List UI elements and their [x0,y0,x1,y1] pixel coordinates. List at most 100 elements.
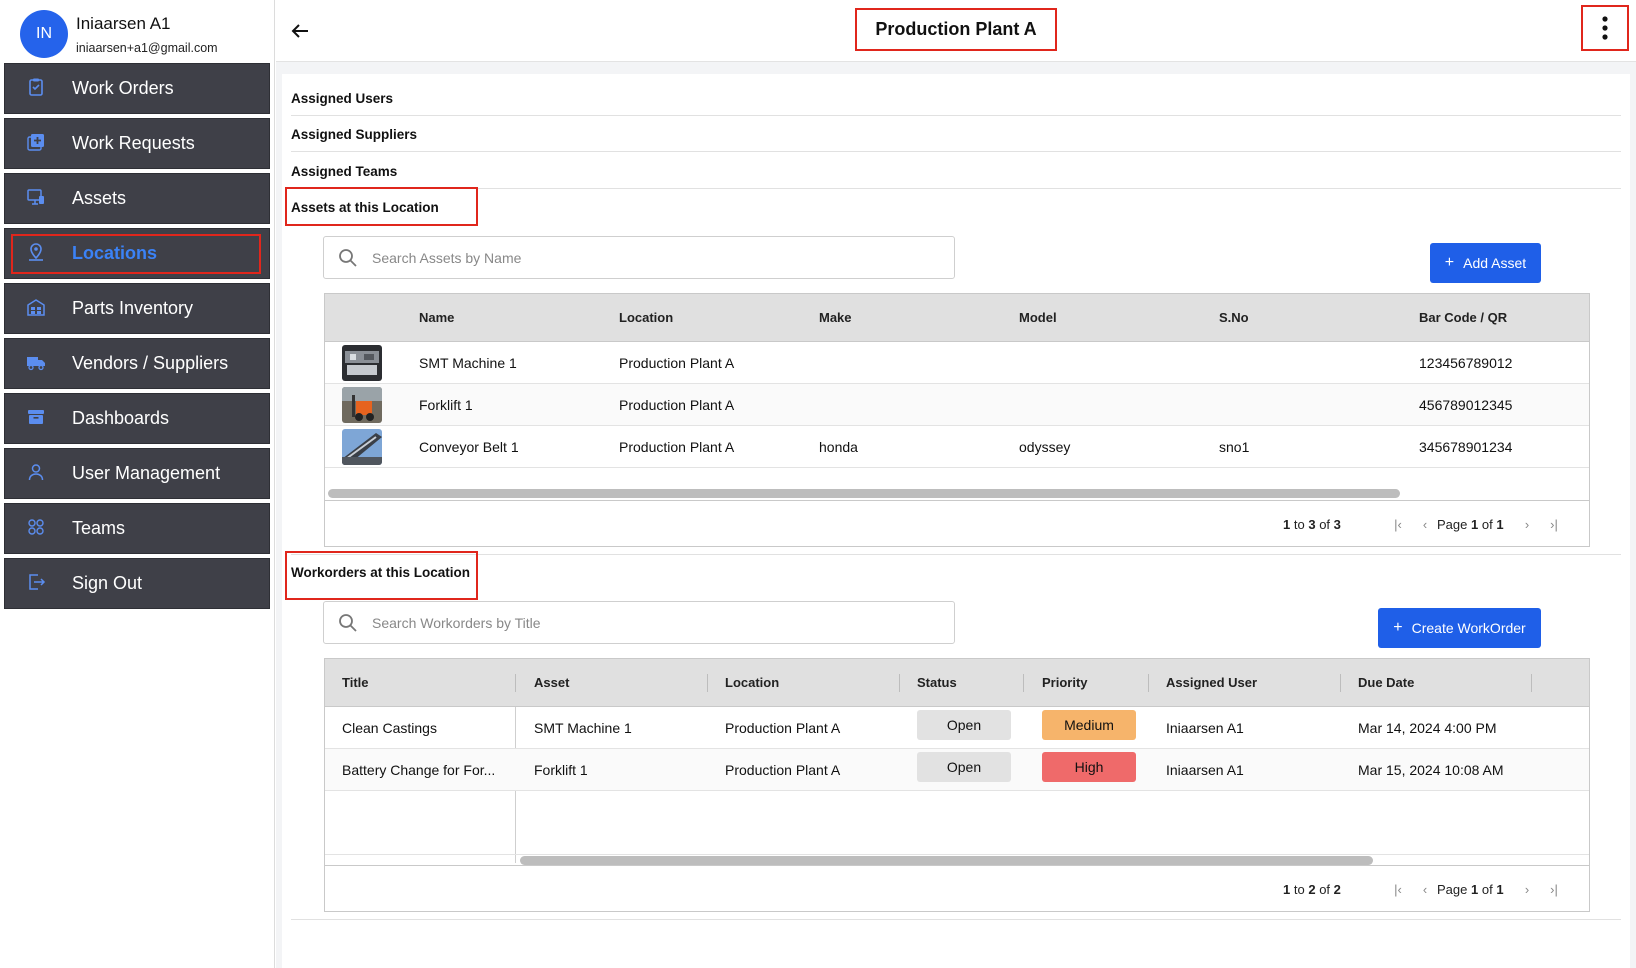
page-word: Page [1437,882,1468,897]
create-workorder-button[interactable]: + Create WorkOrder [1378,608,1541,648]
table-row[interactable]: Battery Change for For... Forklift 1 Pro… [325,749,1589,791]
column-header-priority[interactable]: Priority [1042,675,1088,690]
column-header-make[interactable]: Make [819,310,852,325]
sidebar-item-dashboards[interactable]: Dashboards [4,393,270,444]
section-assets-at-location[interactable]: Assets at this Location [291,200,439,215]
plus-icon: + [1393,619,1403,636]
teams-icon [25,516,47,538]
column-separator[interactable] [1148,674,1149,692]
row-count: 1 to 2 of 2 [1283,882,1341,897]
main-content: Assigned Users Assigned Suppliers Assign… [276,62,1636,968]
first-page-icon[interactable]: |‹ [1389,515,1407,533]
page-word: Page [1437,517,1468,532]
page-of-word: of [1481,517,1493,532]
column-header-name[interactable]: Name [419,310,454,325]
column-header-assigned-user[interactable]: Assigned User [1166,675,1257,690]
column-separator[interactable] [515,674,516,692]
add-asset-button[interactable]: + Add Asset [1430,243,1541,283]
row-count-total: 3 [1333,517,1341,532]
last-page-icon[interactable]: ›| [1545,515,1563,533]
asset-location: Production Plant A [619,355,735,371]
column-header-model[interactable]: Model [1019,310,1057,325]
search-icon [338,613,358,633]
row-count-of-word: of [1319,517,1331,532]
sidebar-item-work-orders[interactable]: Work Orders [4,63,270,114]
table-row[interactable]: SMT Machine 1 Production Plant A 1234567… [325,342,1589,384]
user-profile[interactable]: IN Iniaarsen A1 iniaarsen+a1@gmail.com [20,10,270,60]
back-arrow-icon[interactable] [286,17,314,45]
sidebar-item-parts-inventory[interactable]: Parts Inventory [4,283,270,334]
table-row[interactable]: Forklift 1 Production Plant A 4567890123… [325,384,1589,426]
column-separator[interactable] [899,674,900,692]
first-page-icon[interactable]: |‹ [1389,880,1407,898]
search-icon [338,248,358,268]
column-separator[interactable] [1340,674,1341,692]
archive-icon [25,406,47,428]
sidebar-item-assets[interactable]: Assets [4,173,270,224]
asset-name[interactable]: Conveyor Belt 1 [419,439,519,455]
sidebar-item-work-requests[interactable]: Work Requests [4,118,270,169]
column-separator[interactable] [707,674,708,692]
section-assigned-suppliers[interactable]: Assigned Suppliers [291,127,417,142]
sidebar-item-label: Sign Out [72,573,143,593]
column-header-status[interactable]: Status [917,675,957,690]
column-header-location[interactable]: Location [725,675,779,690]
column-header-location[interactable]: Location [619,310,673,325]
sidebar-item-label: Work Requests [72,133,195,153]
section-assigned-users[interactable]: Assigned Users [291,91,393,106]
horizontal-scrollbar[interactable] [520,856,1373,865]
sidebar-item-teams[interactable]: Teams [4,503,270,554]
add-asset-label: Add Asset [1463,255,1527,271]
row-count-total: 2 [1333,882,1341,897]
column-header-sno[interactable]: S.No [1219,310,1249,325]
page-title: Production Plant A [855,8,1057,51]
workorder-title[interactable]: Battery Change for For... [342,762,495,778]
row-count-to-word: to [1293,517,1305,532]
asset-name[interactable]: SMT Machine 1 [419,355,517,371]
asset-sno: sno1 [1219,439,1250,455]
sidebar-item-sign-out[interactable]: Sign Out [4,558,270,609]
horizontal-scrollbar[interactable] [328,489,1400,498]
column-separator[interactable] [1023,674,1024,692]
prev-page-icon[interactable]: ‹ [1416,880,1434,898]
more-options-icon[interactable] [1581,5,1629,51]
table-row[interactable]: Clean Castings SMT Machine 1 Production … [325,707,1589,749]
asset-search-input[interactable] [372,247,932,269]
column-header-title[interactable]: Title [342,675,369,690]
last-page-icon[interactable]: ›| [1545,880,1563,898]
avatar[interactable]: IN [20,10,68,58]
asset-barcode: 123456789012 [1419,355,1513,371]
user-icon [25,461,47,483]
next-page-icon[interactable]: › [1518,515,1536,533]
workorder-search-input[interactable] [372,612,932,634]
sidebar-item-user-management[interactable]: User Management [4,448,270,499]
asset-thumbnail-forklift [342,387,382,423]
asset-search-field[interactable] [323,236,955,279]
workorder-search-field[interactable] [323,601,955,644]
section-assigned-teams[interactable]: Assigned Teams [291,164,397,179]
asset-thumbnail-machine [342,345,382,381]
asset-name[interactable]: Forklift 1 [419,397,473,413]
sidebar-item-locations[interactable]: Locations [4,228,270,279]
sidebar-item-vendors-suppliers[interactable]: Vendors / Suppliers [4,338,270,389]
sidebar-item-label: User Management [72,463,221,483]
next-page-icon[interactable]: › [1518,880,1536,898]
sidebar-item-label: Assets [72,188,127,208]
workorder-asset: Forklift 1 [534,762,588,778]
location-pin-icon [25,241,47,263]
workorder-title[interactable]: Clean Castings [342,720,437,736]
column-header-barcode[interactable]: Bar Code / QR [1419,310,1507,325]
priority-badge: High [1042,752,1136,782]
workorder-location: Production Plant A [725,720,841,736]
table-row[interactable]: Conveyor Belt 1 Production Plant A honda… [325,426,1589,468]
column-header-asset[interactable]: Asset [534,675,569,690]
asset-barcode: 456789012345 [1419,397,1513,413]
asset-model: odyssey [1019,439,1071,455]
section-workorders-at-location[interactable]: Workorders at this Location [291,565,470,580]
column-header-due-date[interactable]: Due Date [1358,675,1414,690]
column-separator[interactable] [1531,674,1532,692]
prev-page-icon[interactable]: ‹ [1416,515,1434,533]
divider [291,919,1621,920]
page-indicator: Page 1 of 1 [1437,882,1504,897]
assets-table: Name Location Make Model S.No Bar Code /… [324,293,1590,547]
